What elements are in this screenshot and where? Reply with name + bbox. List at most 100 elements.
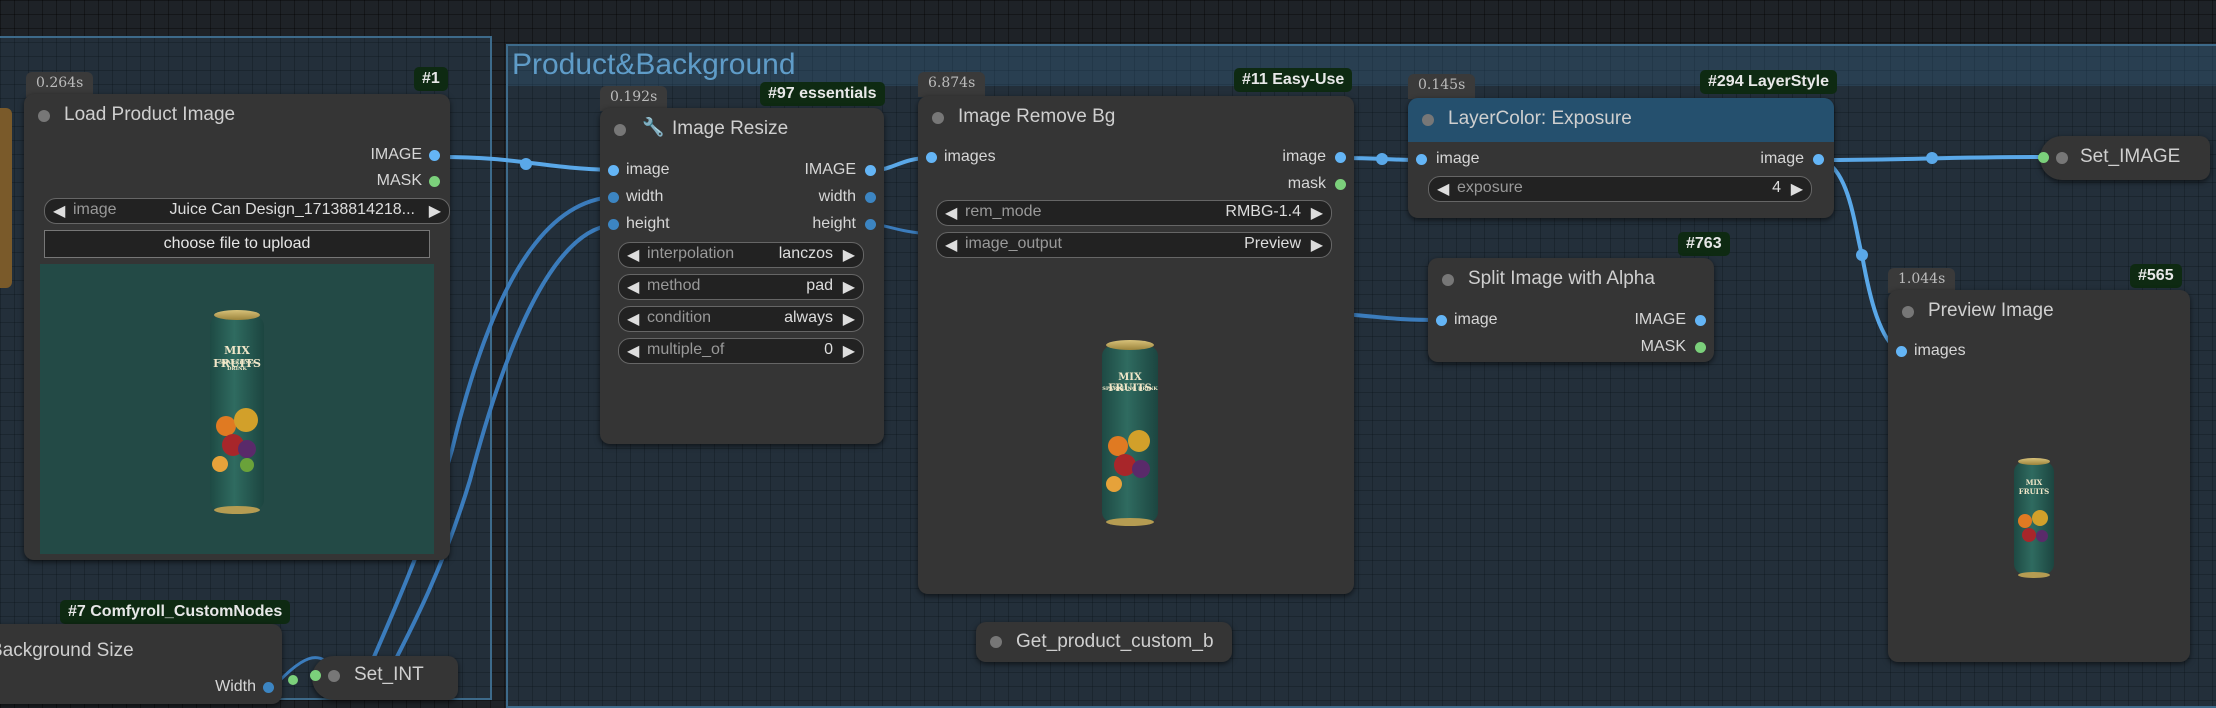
node-header[interactable]: Preview Image (1888, 290, 2190, 334)
output-label-mask: MASK (376, 172, 422, 189)
image-output-combo[interactable]: ◀ image_output Preview ▶ (936, 232, 1332, 258)
input-label-image: image (1454, 311, 1498, 328)
input-label-height: height (626, 215, 670, 232)
wrench-icon: 🔧 (642, 117, 665, 137)
split-image-alpha-node[interactable]: Split Image with Alpha image IMAGE MASK (1428, 258, 1714, 362)
condition-combo[interactable]: ◀ condition always ▶ (618, 306, 864, 332)
upload-button[interactable]: choose file to upload (44, 230, 430, 258)
arrow-left-icon[interactable]: ◀ (945, 203, 957, 223)
multiple-of-number[interactable]: ◀ multiple_of 0 ▶ (618, 338, 864, 364)
node-title: Preview Image (1928, 300, 2054, 321)
image-resize-node[interactable]: 🔧 Image Resize image width height IMAGE … (600, 108, 884, 444)
arrow-right-icon[interactable]: ▶ (1311, 203, 1323, 223)
input-label-image: image (1436, 150, 1480, 167)
collapse-dot[interactable] (328, 670, 340, 682)
input-slot-height[interactable] (608, 219, 619, 230)
output-label-image: IMAGE (370, 146, 422, 163)
arrow-right-icon[interactable]: ▶ (1791, 179, 1803, 199)
arrow-left-icon[interactable]: ◀ (627, 277, 639, 297)
input-slot-images[interactable] (926, 152, 937, 163)
output-slot-image[interactable] (865, 165, 876, 176)
node-header[interactable]: Load Product Image (24, 94, 450, 138)
collapse-dot[interactable] (2056, 152, 2068, 164)
image-file-combo[interactable]: ◀ image Juice Can Design_17138814218... … (44, 198, 450, 224)
collapse-dot[interactable] (38, 110, 50, 122)
output-label-image: IMAGE (804, 161, 856, 178)
input-slot-image[interactable] (1436, 315, 1447, 326)
collapse-dot[interactable] (990, 636, 1002, 648)
set-int-node[interactable]: Set_INT (310, 656, 458, 700)
output-label-width: Width (215, 678, 256, 695)
can-image: MIX FRUITS (2014, 458, 2054, 578)
input-slot-images[interactable] (1896, 346, 1907, 357)
rem-mode-combo[interactable]: ◀ rem_mode RMBG-1.4 ▶ (936, 200, 1332, 226)
arrow-right-icon[interactable]: ▶ (843, 245, 855, 265)
output-slot-image[interactable] (1695, 315, 1706, 326)
preview-image-node[interactable]: Preview Image images MIX FRUITS (1888, 290, 2190, 662)
output-label-image: IMAGE (1634, 311, 1686, 328)
arrow-left-icon[interactable]: ◀ (1437, 179, 1449, 199)
get-product-node[interactable]: Get_product_custom_b (976, 622, 1232, 662)
node-header[interactable]: 🔧 Image Resize (600, 108, 884, 152)
exposure-number[interactable]: ◀ exposure 4 ▶ (1428, 176, 1812, 202)
load-product-image-node[interactable]: Load Product Image IMAGE MASK ◀ image Ju… (24, 94, 450, 560)
arrow-left-icon[interactable]: ◀ (627, 245, 639, 265)
arrow-right-icon[interactable]: ▶ (843, 341, 855, 361)
node-title: Set_IMAGE (2080, 146, 2181, 167)
arrow-left-icon[interactable]: ◀ (945, 235, 957, 255)
node-title: Get_product_custom_b (1016, 631, 1214, 652)
output-slot-width[interactable] (263, 682, 274, 693)
output-label-mask: mask (1287, 175, 1326, 192)
node-title: Background Size (0, 640, 134, 661)
bgsize-badge: #7 Comfyroll_CustomNodes (60, 600, 291, 624)
can-image: MIX FRUITS SPARKLING DRINK (210, 310, 264, 514)
output-label-width: width (818, 188, 856, 205)
method-combo[interactable]: ◀ method pad ▶ (618, 274, 864, 300)
input-slot-image[interactable] (608, 165, 619, 176)
node-header[interactable]: LayerColor: Exposure (1408, 98, 1834, 142)
input-label-images: images (944, 148, 996, 165)
input-slot-value[interactable] (310, 670, 321, 681)
node-header[interactable]: Image Remove Bg (918, 96, 1354, 140)
arrow-left-icon[interactable]: ◀ (627, 341, 639, 361)
set-image-node[interactable]: Set_IMAGE (2038, 136, 2210, 180)
arrow-left-icon[interactable]: ◀ (53, 201, 65, 221)
output-slot-image[interactable] (1813, 154, 1824, 165)
node-title: Image Resize (672, 118, 789, 139)
collapse-dot[interactable] (1902, 306, 1914, 318)
node-header[interactable]: Split Image with Alpha (1428, 258, 1714, 302)
collapse-dot[interactable] (1442, 274, 1454, 286)
exposure-timing: 0.145s (1408, 74, 1476, 99)
node-title: Image Remove Bg (958, 106, 1116, 127)
removebg-badge: #11 Easy-Use (1234, 68, 1353, 92)
output-slot-width[interactable] (865, 192, 876, 203)
arrow-right-icon[interactable]: ▶ (843, 309, 855, 329)
node-title: LayerColor: Exposure (1448, 108, 1632, 129)
output-slot-mask[interactable] (429, 176, 440, 187)
collapse-dot[interactable] (932, 112, 944, 124)
output-slot-image[interactable] (429, 150, 440, 161)
input-label-images: images (1914, 342, 1966, 359)
split-badge: #763 (1678, 232, 1730, 256)
output-label-image: image (1282, 148, 1326, 165)
arrow-right-icon[interactable]: ▶ (1311, 235, 1323, 255)
layercolor-exposure-node[interactable]: LayerColor: Exposure image image ◀ expos… (1408, 98, 1834, 218)
output-slot-image[interactable] (1335, 152, 1346, 163)
arrow-left-icon[interactable]: ◀ (627, 309, 639, 329)
image-remove-bg-node[interactable]: Image Remove Bg images image mask ◀ rem_… (918, 96, 1354, 594)
background-size-node[interactable]: Background Size Width (0, 624, 282, 704)
input-slot-value[interactable] (2038, 152, 2049, 163)
arrow-right-icon[interactable]: ▶ (429, 201, 441, 221)
input-slot-width[interactable] (608, 192, 619, 203)
output-slot-mask[interactable] (1695, 342, 1706, 353)
output-slot-mask[interactable] (1335, 179, 1346, 190)
input-label-image: image (626, 161, 670, 178)
interpolation-combo[interactable]: ◀ interpolation lanczos ▶ (618, 242, 864, 268)
removebg-preview: MIX FRUITS SPARKLING DRINK (1098, 340, 1158, 526)
output-slot-height[interactable] (865, 219, 876, 230)
node-title: Load Product Image (64, 104, 236, 125)
input-slot-image[interactable] (1416, 154, 1427, 165)
collapse-dot[interactable] (614, 124, 626, 136)
collapse-dot[interactable] (1422, 114, 1434, 126)
arrow-right-icon[interactable]: ▶ (843, 277, 855, 297)
